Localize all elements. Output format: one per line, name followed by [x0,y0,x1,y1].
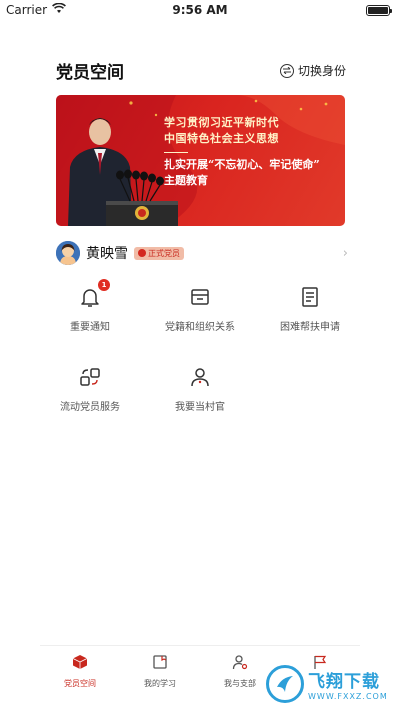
switch-icon [279,63,294,78]
tab-label: 我与支部 [224,679,256,688]
wifi-icon [52,2,66,17]
page-header: 党员空间 切换身份 [56,58,346,83]
tab-my-study[interactable]: 我的学习 [120,646,200,689]
switch-identity-button[interactable]: 切换身份 [279,62,346,79]
user-profile-row[interactable]: 黄映雪 正式党员 › [56,240,348,266]
battery-icon [366,4,392,16]
page-title: 党员空间 [56,63,124,83]
bell-icon: 1 [77,279,110,310]
carrier-label: Carrier [6,3,48,17]
switch-identity-label: 切换身份 [297,64,346,78]
study-icon [152,654,168,674]
inbox-tray-icon [187,284,213,310]
grid-label: 党籍和组织关系 [165,322,235,333]
watermark-title: 飞翔下载 [308,672,380,692]
tab-label: 党员空间 [64,679,96,688]
watermark-text: 飞翔下载 WWW.FXXZ.COM [308,667,388,701]
user-name: 黄映雪 [86,246,128,262]
member-status-label: 正式党员 [148,248,180,258]
banner-text: 学习贯彻习近平新时代 中国特色社会主义思想 扎实开展“不忘初心、牢记使命” 主题… [164,115,342,189]
cube-icon [72,654,88,674]
person-icon [187,364,213,390]
grid-item-membership[interactable]: 党籍和组织关系 [145,284,255,333]
status-left: Carrier [6,2,66,17]
grid-item-hardship-aid[interactable]: 困难帮扶申请 [255,284,365,333]
transfer-icon [77,364,103,390]
banner-line-2: 中国特色社会主义思想 [164,132,279,145]
grid-item-village-official[interactable]: 我要当村官 [145,364,255,413]
member-status-badge: 正式党员 [134,246,184,260]
banner-divider [164,152,188,153]
notice-count-badge: 1 [98,279,110,291]
grid-item-notices[interactable]: 1 重要通知 [35,279,145,333]
site-watermark: 飞翔下载 WWW.FXXZ.COM [266,661,396,707]
person-gear-icon [232,654,248,674]
avatar [56,241,80,265]
banner-line-3: 扎实开展“不忘初心、牢记使命” [164,158,320,171]
document-icon [297,284,323,310]
chevron-right-icon: › [342,245,348,261]
banner-line-1: 学习贯彻习近平新时代 [164,116,279,129]
tab-label: 我的学习 [144,679,176,688]
party-emblem-icon [138,249,146,257]
watermark-logo-icon [266,665,304,703]
banner-line-4: 主题教育 [164,174,208,187]
grid-item-mobile-member[interactable]: 流动党员服务 [35,364,145,413]
watermark-url: WWW.FXXZ.COM [308,692,388,701]
grid-label: 我要当村官 [175,402,225,413]
grid-label: 困难帮扶申请 [280,322,340,333]
tab-party-space[interactable]: 党员空间 [40,646,120,689]
promo-banner[interactable]: 学习贯彻习近平新时代 中国特色社会主义思想 扎实开展“不忘初心、牢记使命” 主题… [56,95,345,226]
status-bar: Carrier [0,0,400,20]
grid-label: 重要通知 [70,322,110,333]
grid-label: 流动党员服务 [60,402,120,413]
